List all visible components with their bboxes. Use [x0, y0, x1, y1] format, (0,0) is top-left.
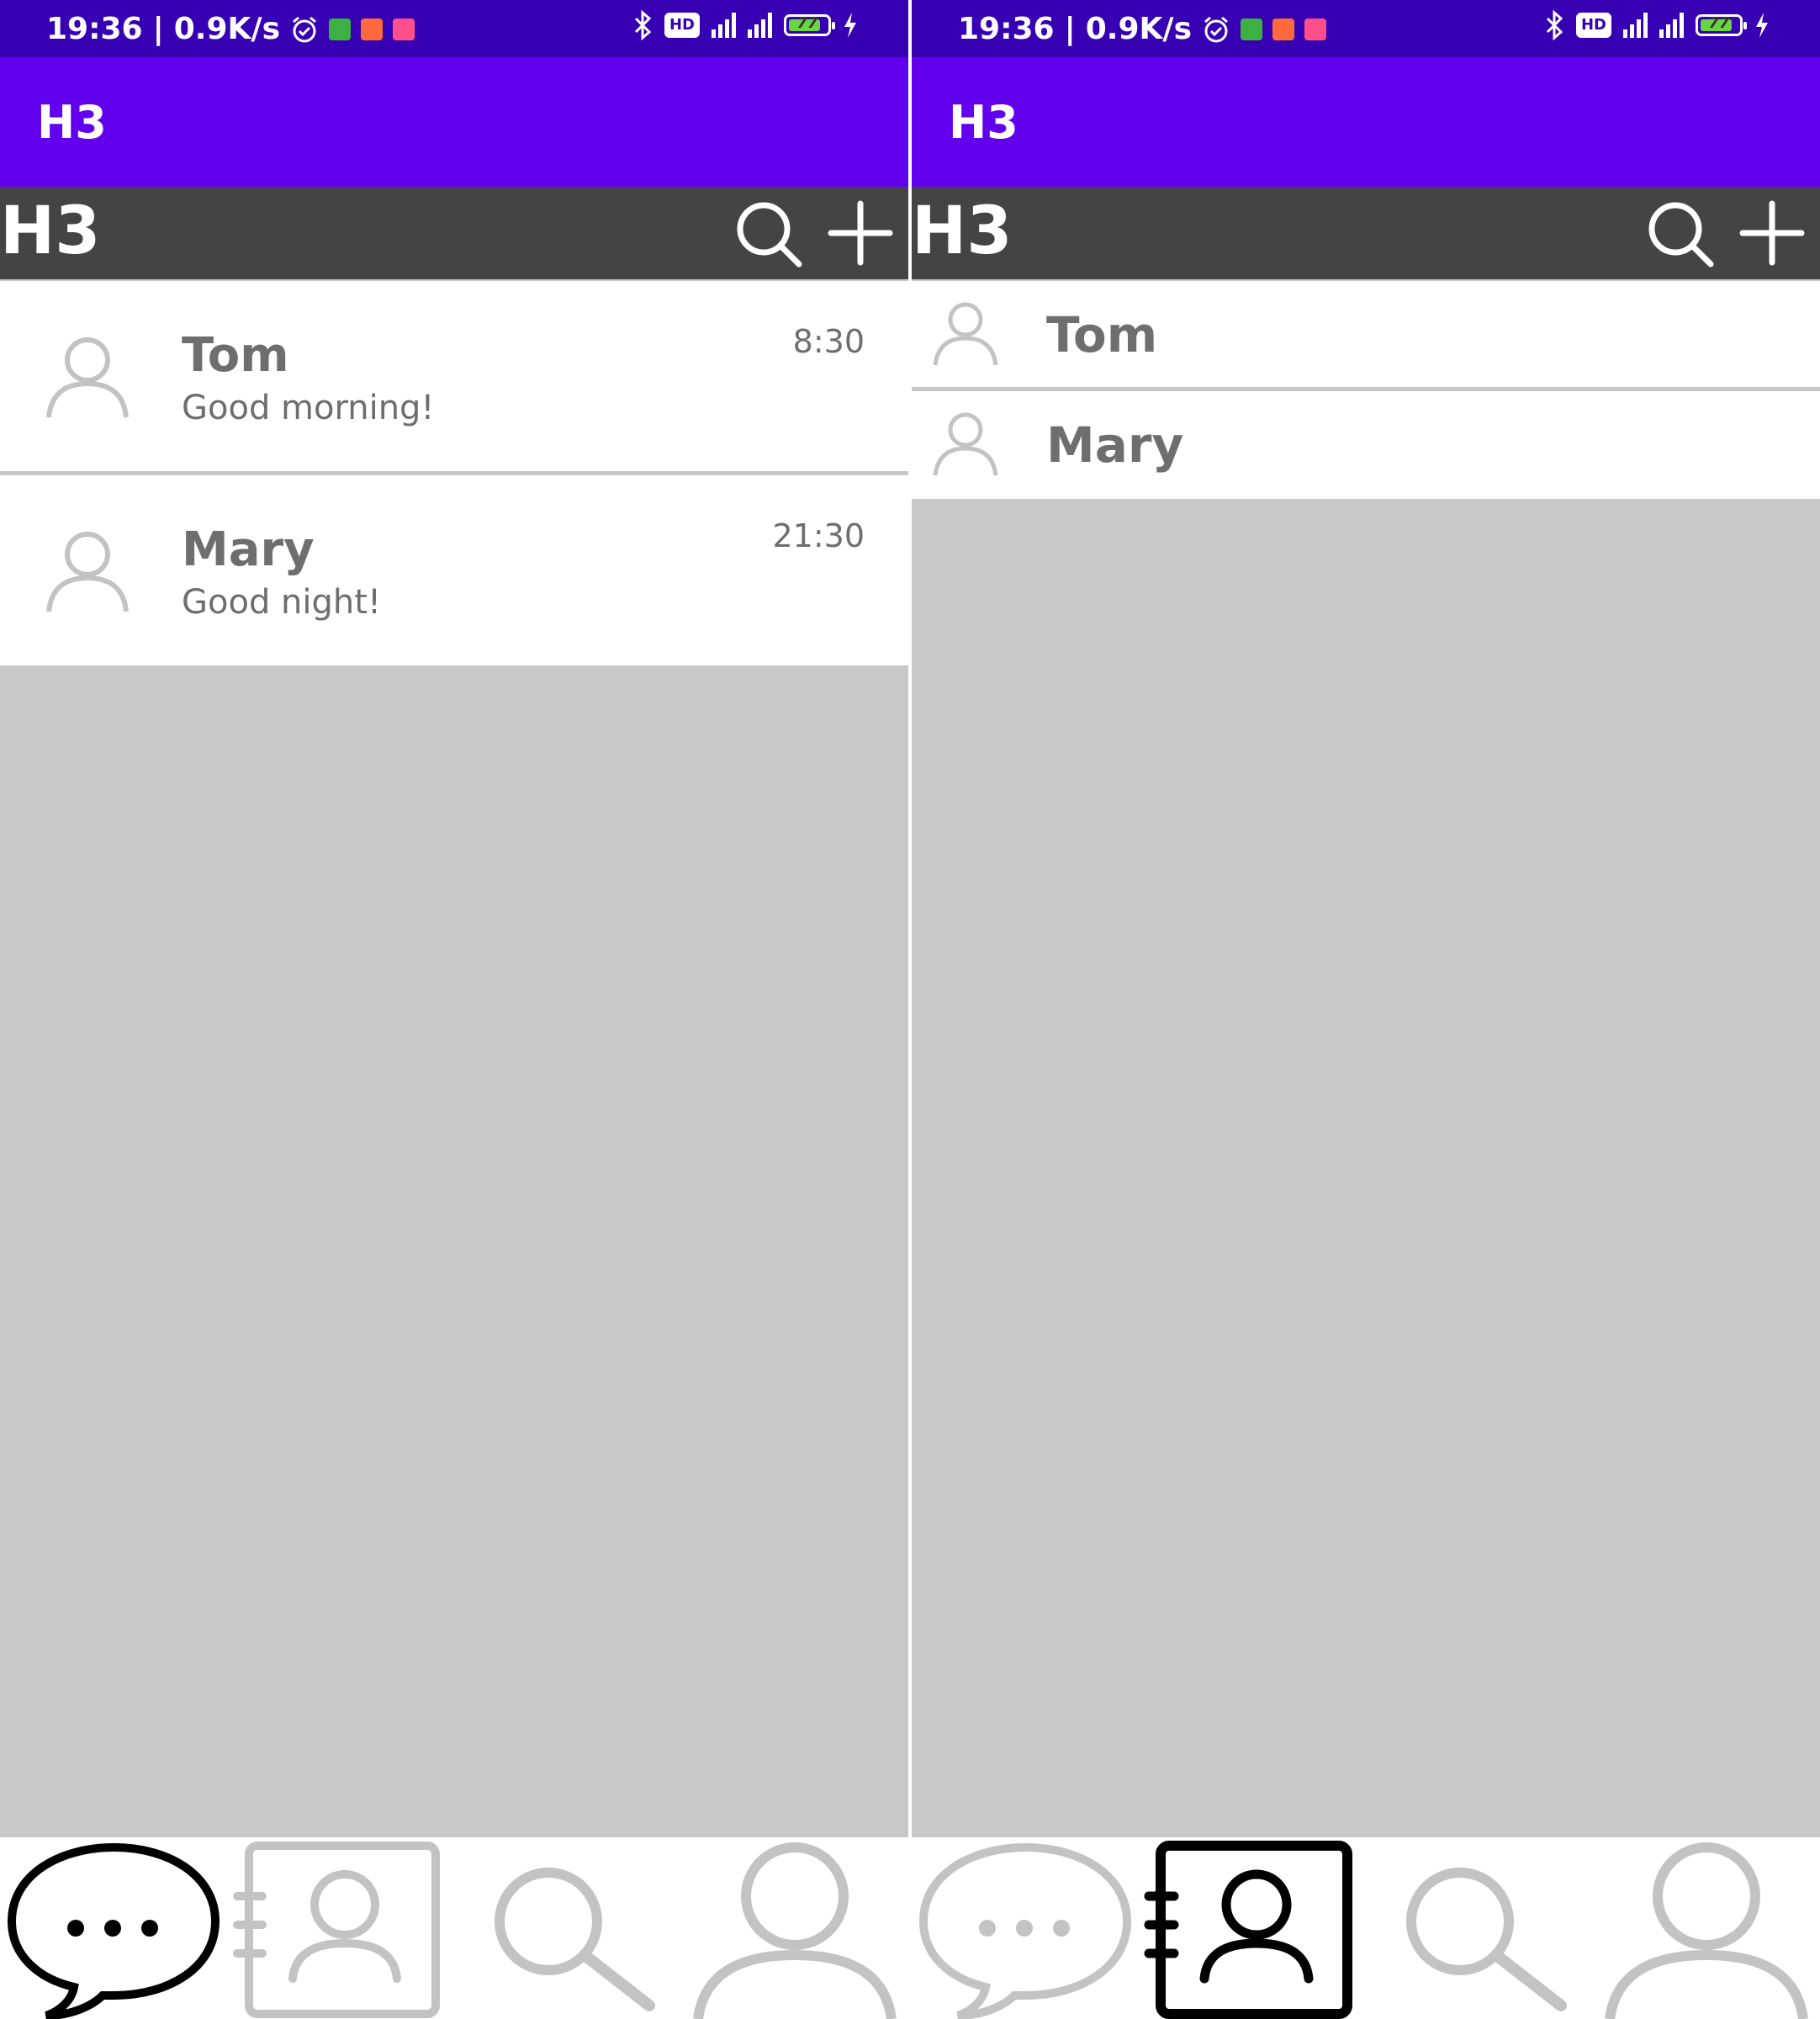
search-icon[interactable]	[1642, 195, 1717, 271]
battery-icon: 77	[784, 14, 835, 36]
nav-person-icon[interactable]	[681, 1837, 908, 2019]
search-icon[interactable]	[730, 195, 806, 271]
contact-item-tom[interactable]: Tom	[912, 281, 1820, 389]
chat-name: Mary	[182, 522, 315, 577]
signal-icon	[748, 13, 772, 38]
add-icon[interactable]	[823, 195, 898, 271]
shop-notification-icon	[361, 18, 383, 40]
nav-search-icon[interactable]	[454, 1837, 681, 2019]
hd-icon: HD	[1575, 13, 1611, 38]
contacts-screen: 19:36 | 0.9K/s HD 77 H3 H3 Tom Mary	[912, 0, 1820, 2019]
app-bar: H3	[912, 57, 1820, 187]
nav-contact-book-icon[interactable]	[1139, 1837, 1366, 2019]
avatar-icon	[46, 532, 129, 612]
contact-item-mary[interactable]: Mary	[912, 391, 1820, 499]
chats-screen: 19:36 | 0.9K/s HD 77 H3 H3 Tom Good morn…	[0, 0, 908, 2019]
alarm-icon	[1204, 16, 1228, 42]
bluetooth-icon	[634, 10, 652, 40]
chat-name: Tom	[182, 328, 289, 383]
bluetooth-icon	[1546, 10, 1563, 40]
battery-icon: 77	[1696, 14, 1747, 36]
battery-level: 77	[1708, 14, 1730, 32]
avatar-icon	[933, 302, 998, 366]
nav-chat-bubble-icon[interactable]	[0, 1837, 227, 2019]
charging-icon	[1756, 13, 1768, 38]
status-speed: 0.9K/s	[1085, 12, 1192, 46]
battery-level: 77	[796, 14, 818, 32]
chat-item-tom[interactable]: Tom Good morning! 8:30	[0, 281, 908, 471]
signal-4g-icon	[1623, 13, 1648, 38]
status-time: 19:36	[958, 12, 1055, 46]
add-icon[interactable]	[1734, 195, 1810, 271]
app-notification-icon	[1241, 18, 1262, 40]
status-time: 19:36	[46, 12, 143, 46]
chat-time: 21:30	[772, 517, 865, 554]
app-bar: H3	[0, 57, 908, 187]
bottom-nav	[912, 1837, 1820, 2019]
toolbar: H3	[0, 187, 908, 279]
status-bar: 19:36 | 0.9K/s HD 77	[0, 0, 908, 57]
status-separator: |	[152, 12, 164, 46]
toolbar-title: H3	[912, 193, 1013, 269]
nav-person-icon[interactable]	[1593, 1837, 1820, 2019]
status-speed: 0.9K/s	[173, 12, 280, 46]
hd-icon: HD	[664, 13, 700, 38]
avatar-icon	[46, 337, 129, 418]
bottom-nav	[0, 1837, 908, 2019]
nav-search-icon[interactable]	[1366, 1837, 1593, 2019]
charging-icon	[844, 13, 856, 38]
avatar-icon	[933, 412, 998, 476]
status-separator: |	[1064, 12, 1076, 46]
chat-item-mary[interactable]: Mary Good night! 21:30	[0, 475, 908, 665]
signal-4g-icon	[712, 13, 736, 38]
nav-chat-bubble-icon[interactable]	[912, 1837, 1139, 2019]
lala-notification-icon	[1304, 18, 1326, 40]
chat-last-message: Good morning!	[182, 389, 435, 427]
toolbar-title: H3	[0, 193, 101, 269]
contact-name: Tom	[1046, 306, 1158, 363]
shop-notification-icon	[1272, 18, 1294, 40]
status-bar: 19:36 | 0.9K/s HD 77	[912, 0, 1820, 57]
nav-contact-book-icon[interactable]	[227, 1837, 454, 2019]
signal-icon	[1659, 13, 1684, 38]
chat-time: 8:30	[792, 323, 865, 360]
chat-last-message: Good night!	[182, 583, 381, 622]
toolbar: H3	[912, 187, 1820, 279]
contact-name: Mary	[1046, 416, 1184, 474]
alarm-icon	[293, 16, 316, 42]
app-title: H3	[37, 96, 107, 149]
app-title: H3	[949, 96, 1018, 149]
app-notification-icon	[329, 18, 351, 40]
lala-notification-icon	[393, 18, 415, 40]
